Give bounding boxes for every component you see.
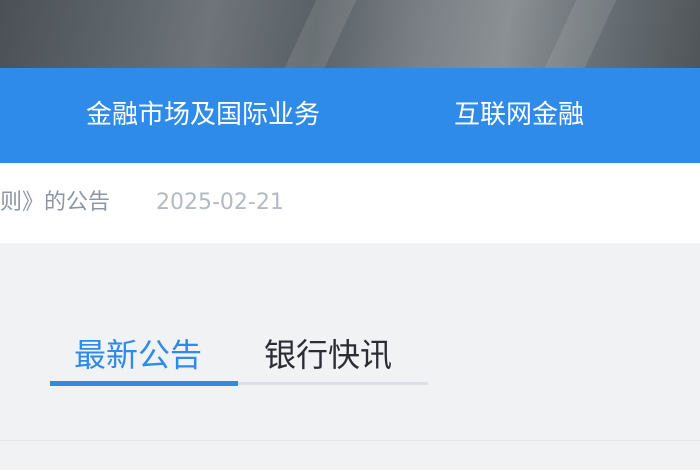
announcement-tabs: 最新公告 银行快讯 <box>50 320 430 386</box>
tab-bank-news[interactable]: 银行快讯 <box>264 330 392 380</box>
active-tab-indicator <box>50 381 238 386</box>
notice-date: 2025-02-21 <box>156 190 284 215</box>
notice-ticker: 则》的公告 2025-02-21 <box>0 163 700 243</box>
main-nav-bar: 金融市场及国际业务 互联网金融 <box>0 68 700 163</box>
content-divider <box>0 440 700 441</box>
hero-banner <box>0 0 700 80</box>
nav-item-financial-markets[interactable]: 金融市场及国际业务 <box>86 68 320 163</box>
nav-item-internet-finance[interactable]: 互联网金融 <box>454 68 584 163</box>
tab-latest-announcements[interactable]: 最新公告 <box>74 330 202 380</box>
notice-title-link[interactable]: 则》的公告 <box>0 163 110 243</box>
